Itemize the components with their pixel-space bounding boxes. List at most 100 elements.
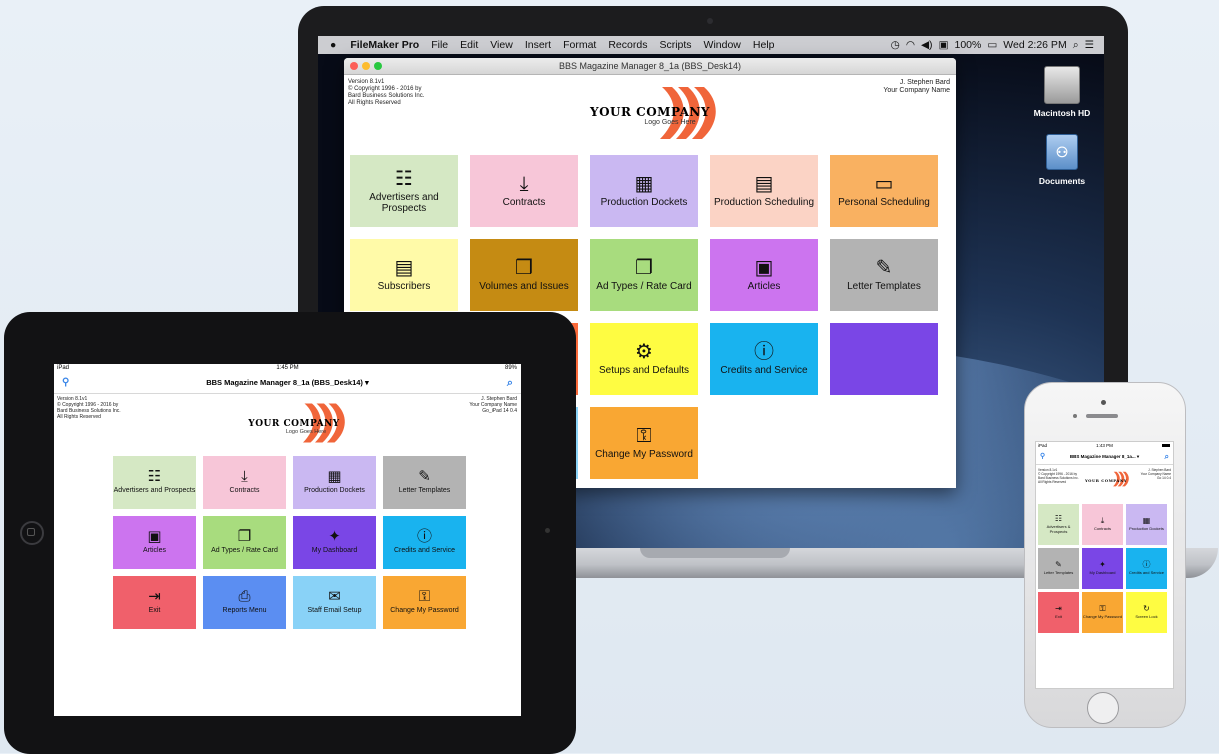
phone-nav-bar: ⚲ BBS Magazine Manager 8_1a... ▾ ⌕: [1036, 449, 1173, 465]
table-icon: ☷: [147, 467, 162, 486]
sidebar-toggle-icon[interactable]: ⚲: [62, 373, 69, 393]
spotlight-icon[interactable]: ⌕: [1073, 39, 1079, 52]
copyright-line: All Rights Reserved: [57, 414, 101, 420]
tile-label: Credits and Service: [1129, 570, 1164, 576]
device-label: Go 14 0.4: [1157, 476, 1171, 480]
zoom-window-button[interactable]: [374, 62, 382, 70]
menu-item-window[interactable]: Window: [698, 39, 747, 51]
tile-letter-templates[interactable]: ✎ Letter Templates: [383, 456, 466, 509]
time-machine-icon[interactable]: ◷: [891, 39, 900, 51]
tile-volumes-and-issues[interactable]: ❒ Volumes and Issues: [470, 239, 578, 311]
tile-production-dockets[interactable]: ▦ Production Dockets: [590, 155, 698, 227]
menu-item-view[interactable]: View: [484, 39, 519, 51]
tile-subscribers[interactable]: ▤ Subscribers: [350, 239, 458, 311]
copyright-line: © Copyright 1996 - 2016 by: [348, 86, 422, 92]
logo-subtext: Logo Goes Here: [644, 119, 696, 126]
menubar-clock[interactable]: Wed 2:26 PM: [1003, 39, 1066, 51]
tile-advertisers-and-prospects[interactable]: ☷ Advertisers and Prospects: [350, 155, 458, 227]
tile-articles[interactable]: ▣ Articles: [113, 516, 196, 569]
user-block: J. Stephen Bard Your Company Name Go_iPa…: [469, 396, 517, 414]
menu-item-records[interactable]: Records: [602, 39, 653, 51]
user-key-icon: ⚿: [636, 423, 652, 448]
version-block: Version 8.1v1 © Copyright 1996 - 2016 by…: [57, 396, 121, 420]
wifi-icon[interactable]: ◠: [906, 39, 915, 51]
tile-credits-and-service[interactable]: ⓘ Credits and Service: [710, 323, 818, 395]
tile-contracts[interactable]: ⤓ Contracts: [1082, 504, 1123, 545]
tile-label: My Dashboard: [1089, 570, 1116, 576]
battery-icon: [1162, 444, 1170, 447]
tile-reports-menu[interactable]: ⎙ Reports Menu: [203, 576, 286, 629]
tile-personal-scheduling[interactable]: ▭ Personal Scheduling: [830, 155, 938, 227]
menu-item-file[interactable]: File: [425, 39, 454, 51]
copyright-line: Bard Business Solutions Inc.: [348, 93, 425, 99]
tile-change-my-password[interactable]: ⚿ Change My Password: [590, 407, 698, 479]
tablet-camera: [545, 528, 550, 533]
tile-production-dockets[interactable]: ▦ Production Dockets: [1126, 504, 1167, 545]
user-key-icon: ⚿: [1099, 604, 1106, 614]
apple-menu-icon[interactable]: ●: [318, 39, 344, 51]
phone-status-bar: iPad 1:43 PM: [1036, 442, 1173, 449]
phone-home-button[interactable]: [1087, 692, 1119, 724]
gears-icon: ⚙: [635, 339, 653, 364]
tile-letter-templates[interactable]: ✎ Letter Templates: [1038, 548, 1079, 589]
desktop-icon-macintosh-hd[interactable]: Macintosh HD: [1022, 66, 1102, 118]
tile-advertisers-prospects[interactable]: ☷ Advertisers & Prospects: [1038, 504, 1079, 545]
volume-icon[interactable]: ◀): [921, 39, 933, 51]
tile-label: Screen Lock: [1135, 614, 1158, 620]
tile-label: Contracts: [229, 487, 260, 495]
tile-change-my-password[interactable]: ⚿ Change My Password: [383, 576, 466, 629]
tile-production-scheduling[interactable]: ▤ Production Scheduling: [710, 155, 818, 227]
company-logo: YOUR COMPANY Logo Goes Here: [234, 402, 354, 444]
tile-blank[interactable]: [830, 323, 938, 395]
display-icon[interactable]: ▣: [939, 39, 949, 51]
desktop-icon-documents[interactable]: ⚇ Documents: [1022, 134, 1102, 186]
menu-item-format[interactable]: Format: [557, 39, 602, 51]
menu-item-app[interactable]: FileMaker Pro: [344, 39, 425, 51]
version-label: Version 8.1v1: [348, 79, 385, 85]
tile-label: Ad Types / Rate Card: [211, 547, 278, 555]
tile-change-my-password[interactable]: ⚿ Change My Password: [1082, 592, 1123, 633]
tile-articles[interactable]: ▣ Articles: [710, 239, 818, 311]
tablet-screen: iPad 1:45 PM 89% ⚲ BBS Magazine Manager …: [54, 364, 521, 716]
tile-credits-and-service[interactable]: ⓘ Credits and Service: [1126, 548, 1167, 589]
nav-title[interactable]: BBS Magazine Manager 8_1a... ▾: [1070, 454, 1139, 459]
tile-label: Ad Types / Rate Card: [596, 281, 692, 293]
nav-title[interactable]: BBS Magazine Manager 8_1a (BBS_Desk14) ▾: [206, 378, 369, 387]
tile-contracts[interactable]: ⤓ Contracts: [470, 155, 578, 227]
menu-item-edit[interactable]: Edit: [454, 39, 484, 51]
tile-label: Exit: [1055, 614, 1062, 620]
tile-staff-email-setup[interactable]: ✉Staff Email Setup: [293, 576, 376, 629]
tile-production-dockets[interactable]: ▦ Production Dockets: [293, 456, 376, 509]
tile-exit[interactable]: ⇥ Exit: [1038, 592, 1079, 633]
table-icon: ☷: [395, 165, 413, 190]
tile-advertisers-and-prospects[interactable]: ☷ Advertisers and Prospects: [113, 456, 196, 509]
tile-letter-templates[interactable]: ✎ Letter Templates: [830, 239, 938, 311]
logo-text: YOUR COMPANY: [248, 419, 340, 429]
tile-my-dashboard[interactable]: ✦ My Dashboard: [1082, 548, 1123, 589]
minimize-window-button[interactable]: [362, 62, 370, 70]
battery-icon[interactable]: ▭: [987, 39, 997, 51]
tile-credits-and-service[interactable]: ⓘ Credits and Service: [383, 516, 466, 569]
tablet-home-button[interactable]: [20, 521, 44, 545]
tile-label: Change My Password: [390, 607, 459, 615]
tile-label: Articles: [747, 281, 781, 293]
sidebar-toggle-icon[interactable]: ⚲: [1040, 449, 1045, 464]
search-icon[interactable]: ⌕: [1165, 449, 1169, 464]
tile-label: Change My Password: [1082, 614, 1123, 620]
close-window-button[interactable]: [350, 62, 358, 70]
menu-item-help[interactable]: Help: [747, 39, 781, 51]
tile-exit[interactable]: ⇥ Exit: [113, 576, 196, 629]
menu-item-insert[interactable]: Insert: [519, 39, 557, 51]
tile-my-dashboard[interactable]: ✦ My Dashboard: [293, 516, 376, 569]
window-title: BBS Magazine Manager 8_1a (BBS_Desk14): [558, 61, 742, 71]
search-icon[interactable]: ⌕: [507, 373, 513, 393]
window-titlebar[interactable]: BBS Magazine Manager 8_1a (BBS_Desk14): [344, 58, 956, 75]
tile-contracts[interactable]: ⤓ Contracts: [203, 456, 286, 509]
tile-ad-types-rate-card[interactable]: ❐ Ad Types / Rate Card: [203, 516, 286, 569]
tile-setups-and-defaults[interactable]: ⚙ Setups and Defaults: [590, 323, 698, 395]
tile-ad-types-rate-card[interactable]: ❐ Ad Types / Rate Card: [590, 239, 698, 311]
notification-center-icon[interactable]: ☰: [1085, 39, 1094, 51]
exit-door-icon: ⇥: [148, 587, 161, 606]
menu-item-scripts[interactable]: Scripts: [653, 39, 697, 51]
tile-screen-lock[interactable]: ↻ Screen Lock: [1126, 592, 1167, 633]
